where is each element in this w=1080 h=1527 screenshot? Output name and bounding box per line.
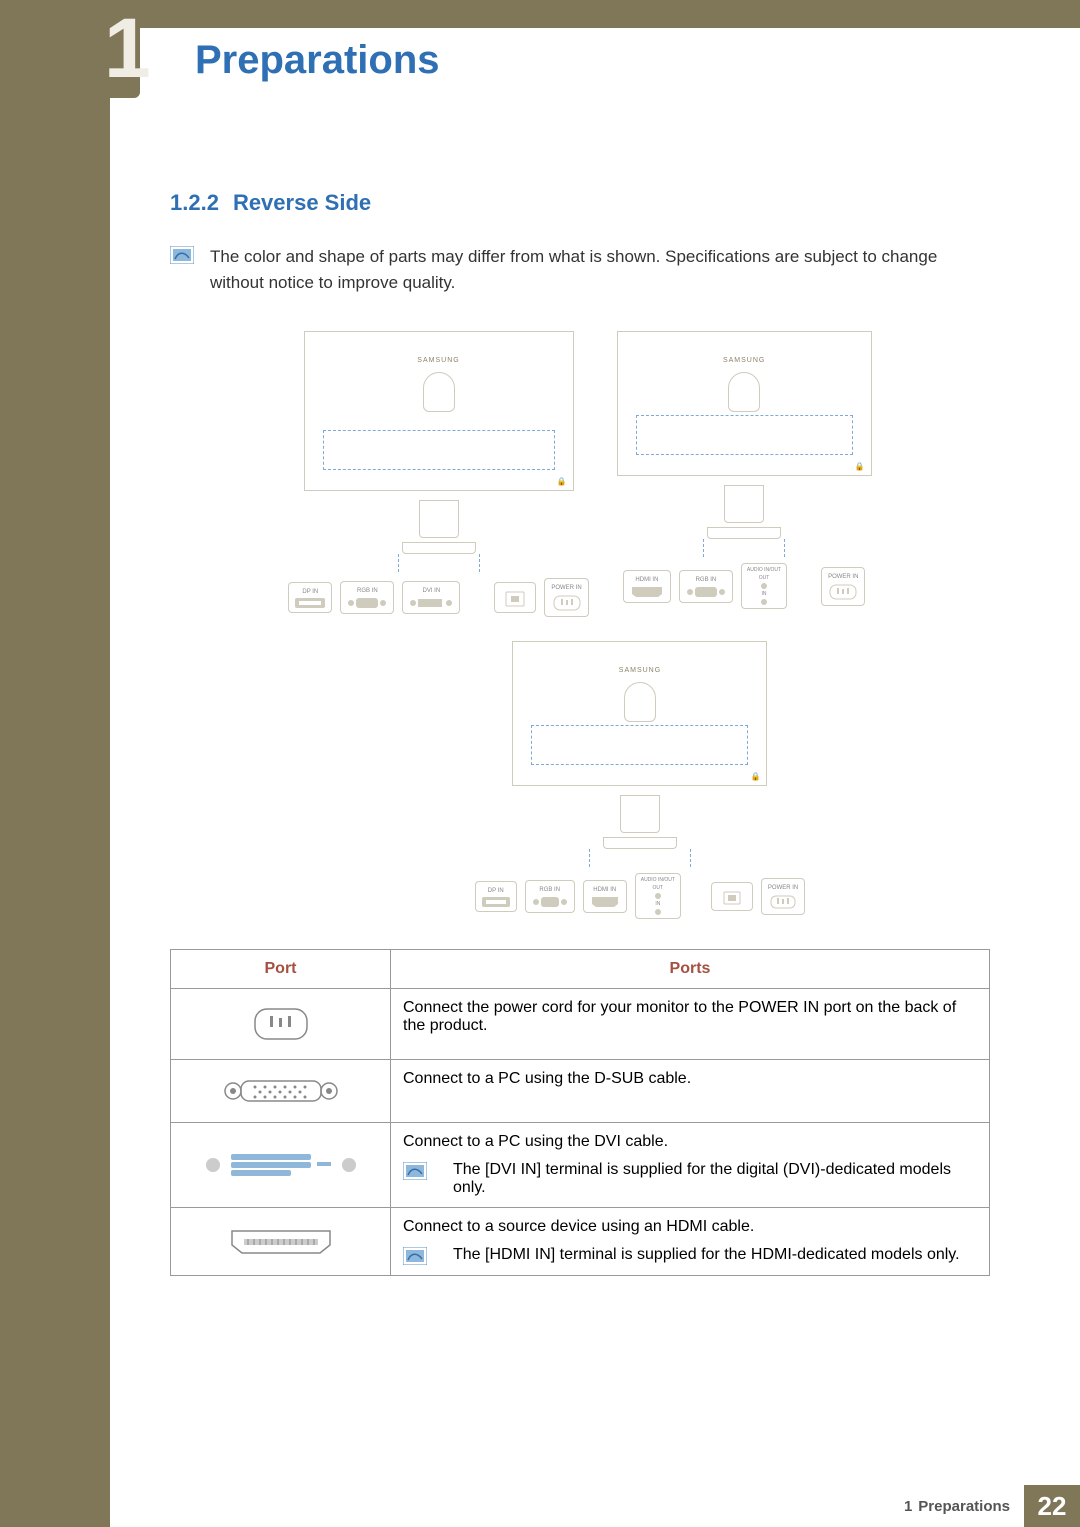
brand-label: SAMSUNG (723, 357, 765, 364)
table-header-row: Port Ports (171, 950, 990, 989)
section-heading: 1.2.2 Reverse Side (170, 190, 990, 216)
port-desc-main: Connect to a PC using the DVI cable. (403, 1133, 977, 1151)
rgb-port-icon (532, 896, 568, 908)
note-icon (170, 246, 194, 264)
port-label-hdmi: HDMI IN (635, 577, 658, 583)
power-port-icon (769, 894, 797, 910)
lock-icon: 🔒 (557, 477, 567, 486)
lock-icon: 🔒 (855, 462, 865, 471)
port-label-rgb: RGB IN (357, 588, 378, 594)
footer-chapter-num: 1 (904, 1498, 912, 1515)
port-label-dp: DP IN (302, 589, 318, 595)
diagram-area: SAMSUNG 🔒 DP IN (170, 331, 990, 919)
port-desc: Connect the power cord for your monitor … (391, 989, 990, 1060)
port-table: Port Ports Connect the power cord for yo… (170, 949, 990, 1276)
port-icon-dvi (171, 1123, 391, 1208)
section-title: Reverse Side (233, 190, 371, 215)
port-desc: Connect to a PC using the D-SUB cable. (391, 1060, 990, 1123)
dp-port-icon (482, 897, 510, 907)
hdmi-port-icon (630, 586, 664, 598)
top-band (110, 0, 1080, 28)
table-row: Connect to a PC using the DVI cable. The… (171, 1123, 990, 1208)
audio-port-group: AUDIO IN/OUT OUT IN (635, 873, 681, 919)
content-area: 1.2.2 Reverse Side The color and shape of… (170, 190, 990, 1276)
table-row: Connect to a source device using an HDMI… (171, 1208, 990, 1276)
port-icon-dsub (171, 1060, 391, 1123)
dc-port-icon (722, 890, 742, 906)
port-label-power: POWER IN (551, 585, 581, 591)
table-row: Connect the power cord for your monitor … (171, 989, 990, 1060)
port-icon-hdmi (171, 1208, 391, 1276)
port-label-power: POWER IN (768, 885, 798, 891)
brand-label: SAMSUNG (619, 667, 661, 674)
table-row: Connect to a PC using the D-SUB cable. (171, 1060, 990, 1123)
power-port-icon (552, 594, 582, 612)
note-text: The color and shape of parts may differ … (210, 244, 990, 295)
monitor-diagram-2: SAMSUNG 🔒 HDMI IN (617, 331, 872, 617)
monitor-diagram-1: SAMSUNG 🔒 DP IN (288, 331, 588, 617)
section-number: 1.2.2 (170, 190, 219, 215)
footer-chapter: 1 Preparations (890, 1485, 1024, 1527)
audio-port-group: AUDIO IN/OUT OUT IN (741, 563, 787, 609)
dp-port-icon (295, 598, 325, 608)
dvi-port-icon (409, 597, 453, 609)
chapter-number: 1 (104, 0, 151, 97)
footer: 1 Preparations 22 (110, 1485, 1080, 1527)
port-label-dvi: DVI IN (422, 588, 440, 594)
rgb-port-icon (686, 586, 726, 598)
note-row: The color and shape of parts may differ … (170, 244, 990, 295)
port-label-rgb: RGB IN (539, 887, 560, 893)
rgb-port-icon (347, 597, 387, 609)
port-label-hdmi: HDMI IN (593, 887, 616, 893)
port-icon-power (171, 989, 391, 1060)
lock-icon: 🔒 (751, 772, 761, 781)
note-icon (403, 1247, 427, 1265)
port-label-dp: DP IN (488, 888, 504, 894)
footer-page-number: 22 (1024, 1485, 1080, 1527)
column-header-port: Port (171, 950, 391, 989)
footer-chapter-title: Preparations (918, 1498, 1010, 1515)
column-header-ports: Ports (391, 950, 990, 989)
port-desc: Connect to a source device using an HDMI… (391, 1208, 990, 1276)
port-desc: Connect to a PC using the DVI cable. The… (391, 1123, 990, 1208)
port-subnote: The [DVI IN] terminal is supplied for th… (453, 1161, 977, 1197)
monitor-diagram-3: SAMSUNG 🔒 DP IN (475, 641, 806, 919)
port-label-rgb: RGB IN (696, 577, 717, 583)
port-subnote: The [HDMI IN] terminal is supplied for t… (453, 1246, 960, 1264)
dc-port-icon (504, 590, 526, 608)
power-port-icon (828, 583, 858, 601)
side-bar (0, 0, 110, 1527)
port-desc-main: Connect to a source device using an HDMI… (403, 1218, 977, 1236)
hdmi-port-icon (590, 896, 620, 908)
note-icon (403, 1162, 427, 1180)
port-label-power: POWER IN (828, 574, 858, 580)
brand-label: SAMSUNG (417, 357, 459, 364)
page-title: Preparations (195, 38, 440, 83)
